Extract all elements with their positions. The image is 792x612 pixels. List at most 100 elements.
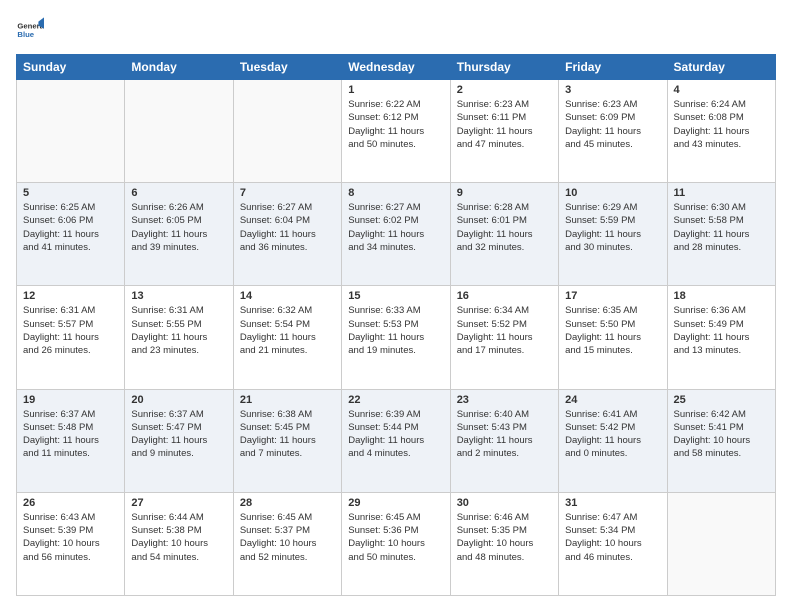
calendar-cell: 7 Sunrise: 6:27 AM Sunset: 6:04 PM Daylig… bbox=[233, 183, 341, 286]
calendar-cell: 31 Sunrise: 6:47 AM Sunset: 5:34 PM Dayli… bbox=[559, 492, 667, 595]
day-number: 24 bbox=[565, 394, 660, 406]
calendar-cell bbox=[233, 80, 341, 183]
calendar-cell: 21Sunrise: 6:38 AM Sunset: 5:45 PM Dayli… bbox=[233, 389, 341, 492]
day-info: Sunrise: 6:25 AM Sunset: 6:06 PM Dayligh… bbox=[23, 201, 118, 254]
day-info: Sunrise: 6:38 AM Sunset: 5:45 PM Dayligh… bbox=[240, 408, 335, 461]
day-number: 1 bbox=[348, 84, 443, 96]
day-number: 30 bbox=[457, 497, 552, 509]
calendar-cell: 24 Sunrise: 6:41 AM Sunset: 5:42 PM Dayli… bbox=[559, 389, 667, 492]
header: General Blue bbox=[16, 16, 776, 44]
day-number: 5 bbox=[23, 187, 118, 199]
day-info: Sunrise: 6:47 AM Sunset: 5:34 PM Dayligh… bbox=[565, 511, 660, 564]
calendar-cell: 12Sunrise: 6:31 AM Sunset: 5:57 PM Dayli… bbox=[17, 286, 125, 389]
day-number: 27 bbox=[131, 497, 226, 509]
weekday-header-thursday: Thursday bbox=[450, 55, 558, 80]
calendar-cell: 16 Sunrise: 6:34 AM Sunset: 5:52 PM Dayli… bbox=[450, 286, 558, 389]
day-info: Sunrise: 6:42 AM Sunset: 5:41 PM Dayligh… bbox=[674, 408, 769, 461]
day-info: Sunrise: 6:31 AM Sunset: 5:55 PM Dayligh… bbox=[131, 304, 226, 357]
day-info: Sunrise: 6:45 AM Sunset: 5:36 PM Dayligh… bbox=[348, 511, 443, 564]
day-info: Sunrise: 6:37 AM Sunset: 5:48 PM Dayligh… bbox=[23, 408, 118, 461]
weekday-header-wednesday: Wednesday bbox=[342, 55, 450, 80]
day-info: Sunrise: 6:23 AM Sunset: 6:11 PM Dayligh… bbox=[457, 98, 552, 151]
calendar-cell: 9 Sunrise: 6:28 AM Sunset: 6:01 PM Daylig… bbox=[450, 183, 558, 286]
calendar-cell: 15 Sunrise: 6:33 AM Sunset: 5:53 PM Dayli… bbox=[342, 286, 450, 389]
calendar-cell: 3 Sunrise: 6:23 AM Sunset: 6:09 PM Daylig… bbox=[559, 80, 667, 183]
day-info: Sunrise: 6:23 AM Sunset: 6:09 PM Dayligh… bbox=[565, 98, 660, 151]
day-number: 28 bbox=[240, 497, 335, 509]
day-info: Sunrise: 6:35 AM Sunset: 5:50 PM Dayligh… bbox=[565, 304, 660, 357]
day-number: 18 bbox=[674, 290, 769, 302]
day-info: Sunrise: 6:39 AM Sunset: 5:44 PM Dayligh… bbox=[348, 408, 443, 461]
weekday-header-tuesday: Tuesday bbox=[233, 55, 341, 80]
day-number: 3 bbox=[565, 84, 660, 96]
weekday-header-saturday: Saturday bbox=[667, 55, 775, 80]
calendar-cell bbox=[667, 492, 775, 595]
day-info: Sunrise: 6:34 AM Sunset: 5:52 PM Dayligh… bbox=[457, 304, 552, 357]
day-number: 17 bbox=[565, 290, 660, 302]
day-number: 10 bbox=[565, 187, 660, 199]
day-number: 11 bbox=[674, 187, 769, 199]
calendar-cell: 20 Sunrise: 6:37 AM Sunset: 5:47 PM Dayli… bbox=[125, 389, 233, 492]
day-number: 15 bbox=[348, 290, 443, 302]
calendar-cell: 26 Sunrise: 6:43 AM Sunset: 5:39 PM Dayli… bbox=[17, 492, 125, 595]
day-info: Sunrise: 6:41 AM Sunset: 5:42 PM Dayligh… bbox=[565, 408, 660, 461]
calendar-cell: 29 Sunrise: 6:45 AM Sunset: 5:36 PM Dayli… bbox=[342, 492, 450, 595]
day-number: 22 bbox=[348, 394, 443, 406]
svg-text:Blue: Blue bbox=[17, 30, 34, 39]
calendar-cell bbox=[125, 80, 233, 183]
calendar-table: SundayMondayTuesdayWednesdayThursdayFrid… bbox=[16, 54, 776, 596]
day-number: 2 bbox=[457, 84, 552, 96]
calendar-cell: 27 Sunrise: 6:44 AM Sunset: 5:38 PM Dayli… bbox=[125, 492, 233, 595]
day-info: Sunrise: 6:27 AM Sunset: 6:02 PM Dayligh… bbox=[348, 201, 443, 254]
day-number: 4 bbox=[674, 84, 769, 96]
day-number: 13 bbox=[131, 290, 226, 302]
day-info: Sunrise: 6:29 AM Sunset: 5:59 PM Dayligh… bbox=[565, 201, 660, 254]
day-info: Sunrise: 6:28 AM Sunset: 6:01 PM Dayligh… bbox=[457, 201, 552, 254]
day-number: 23 bbox=[457, 394, 552, 406]
weekday-header-monday: Monday bbox=[125, 55, 233, 80]
day-number: 6 bbox=[131, 187, 226, 199]
day-number: 14 bbox=[240, 290, 335, 302]
day-info: Sunrise: 6:46 AM Sunset: 5:35 PM Dayligh… bbox=[457, 511, 552, 564]
day-number: 29 bbox=[348, 497, 443, 509]
day-info: Sunrise: 6:45 AM Sunset: 5:37 PM Dayligh… bbox=[240, 511, 335, 564]
calendar-cell: 4 Sunrise: 6:24 AM Sunset: 6:08 PM Daylig… bbox=[667, 80, 775, 183]
day-number: 20 bbox=[131, 394, 226, 406]
weekday-header-friday: Friday bbox=[559, 55, 667, 80]
logo-icon: General Blue bbox=[16, 16, 44, 44]
day-number: 25 bbox=[674, 394, 769, 406]
calendar-cell: 1Sunrise: 6:22 AM Sunset: 6:12 PM Daylig… bbox=[342, 80, 450, 183]
day-number: 8 bbox=[348, 187, 443, 199]
calendar-cell: 11 Sunrise: 6:30 AM Sunset: 5:58 PM Dayli… bbox=[667, 183, 775, 286]
calendar-cell: 14 Sunrise: 6:32 AM Sunset: 5:54 PM Dayli… bbox=[233, 286, 341, 389]
calendar-cell: 18 Sunrise: 6:36 AM Sunset: 5:49 PM Dayli… bbox=[667, 286, 775, 389]
day-info: Sunrise: 6:37 AM Sunset: 5:47 PM Dayligh… bbox=[131, 408, 226, 461]
logo: General Blue bbox=[16, 16, 48, 44]
calendar-cell: 23 Sunrise: 6:40 AM Sunset: 5:43 PM Dayli… bbox=[450, 389, 558, 492]
page: General Blue SundayMondayTuesdayWednesda… bbox=[0, 0, 792, 612]
calendar-cell: 28 Sunrise: 6:45 AM Sunset: 5:37 PM Dayli… bbox=[233, 492, 341, 595]
calendar-cell: 10 Sunrise: 6:29 AM Sunset: 5:59 PM Dayli… bbox=[559, 183, 667, 286]
day-info: Sunrise: 6:36 AM Sunset: 5:49 PM Dayligh… bbox=[674, 304, 769, 357]
day-info: Sunrise: 6:31 AM Sunset: 5:57 PM Dayligh… bbox=[23, 304, 118, 357]
day-info: Sunrise: 6:27 AM Sunset: 6:04 PM Dayligh… bbox=[240, 201, 335, 254]
day-number: 16 bbox=[457, 290, 552, 302]
day-number: 31 bbox=[565, 497, 660, 509]
day-info: Sunrise: 6:32 AM Sunset: 5:54 PM Dayligh… bbox=[240, 304, 335, 357]
day-number: 7 bbox=[240, 187, 335, 199]
calendar-cell: 19Sunrise: 6:37 AM Sunset: 5:48 PM Dayli… bbox=[17, 389, 125, 492]
calendar-cell: 25 Sunrise: 6:42 AM Sunset: 5:41 PM Dayli… bbox=[667, 389, 775, 492]
calendar-cell: 8 Sunrise: 6:27 AM Sunset: 6:02 PM Daylig… bbox=[342, 183, 450, 286]
day-number: 9 bbox=[457, 187, 552, 199]
day-number: 26 bbox=[23, 497, 118, 509]
day-info: Sunrise: 6:43 AM Sunset: 5:39 PM Dayligh… bbox=[23, 511, 118, 564]
day-info: Sunrise: 6:33 AM Sunset: 5:53 PM Dayligh… bbox=[348, 304, 443, 357]
day-info: Sunrise: 6:44 AM Sunset: 5:38 PM Dayligh… bbox=[131, 511, 226, 564]
calendar-cell: 2 Sunrise: 6:23 AM Sunset: 6:11 PM Daylig… bbox=[450, 80, 558, 183]
calendar-cell: 6Sunrise: 6:26 AM Sunset: 6:05 PM Daylig… bbox=[125, 183, 233, 286]
calendar-cell: 30 Sunrise: 6:46 AM Sunset: 5:35 PM Dayli… bbox=[450, 492, 558, 595]
calendar-cell bbox=[17, 80, 125, 183]
day-info: Sunrise: 6:30 AM Sunset: 5:58 PM Dayligh… bbox=[674, 201, 769, 254]
day-info: Sunrise: 6:40 AM Sunset: 5:43 PM Dayligh… bbox=[457, 408, 552, 461]
day-info: Sunrise: 6:24 AM Sunset: 6:08 PM Dayligh… bbox=[674, 98, 769, 151]
